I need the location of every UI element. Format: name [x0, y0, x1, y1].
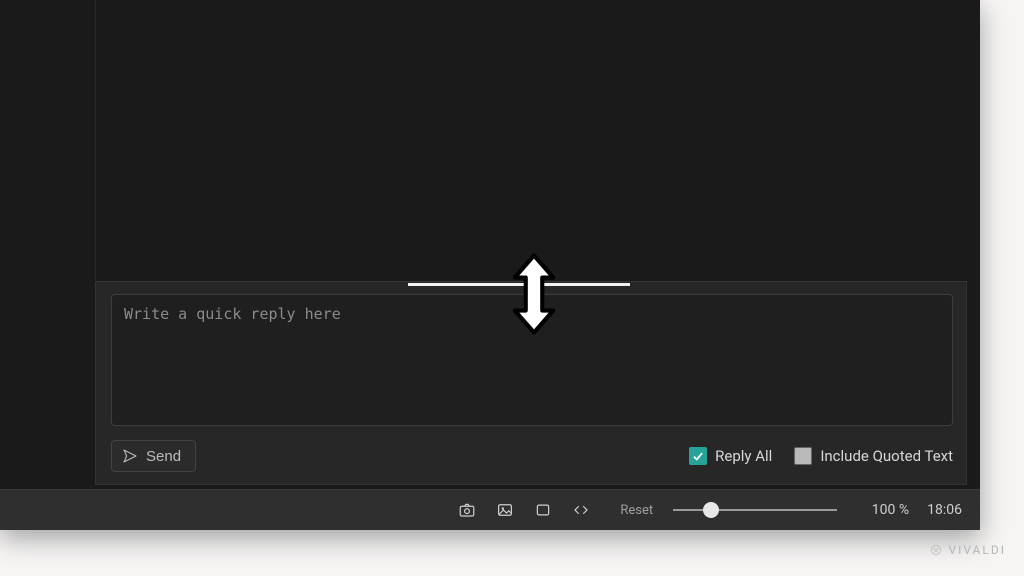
checkbox-box: [689, 447, 707, 465]
brand-name: VIVALDI: [948, 543, 1006, 557]
screenshot-button[interactable]: [452, 495, 482, 525]
check-icon: [691, 449, 705, 463]
send-button-label: Send: [146, 448, 181, 465]
panel-toggle-button[interactable]: [528, 495, 558, 525]
vivaldi-logo-icon: [930, 544, 942, 556]
zoom-slider-track: [673, 509, 837, 511]
message-view-area: [95, 0, 967, 280]
quick-reply-input[interactable]: [111, 294, 953, 426]
reply-all-checkbox[interactable]: Reply All: [689, 447, 772, 465]
include-quoted-label: Include Quoted Text: [820, 447, 953, 465]
checkbox-box: [794, 447, 812, 465]
image-toggle-button[interactable]: [490, 495, 520, 525]
zoom-slider-thumb[interactable]: [703, 502, 719, 518]
code-icon: [572, 501, 590, 519]
image-icon: [496, 501, 514, 519]
include-quoted-checkbox[interactable]: Include Quoted Text: [794, 447, 953, 465]
rectangle-icon: [534, 501, 552, 519]
brand-watermark: VIVALDI: [930, 543, 1006, 557]
reply-all-label: Reply All: [715, 447, 772, 465]
devtools-button[interactable]: [566, 495, 596, 525]
camera-icon: [458, 501, 476, 519]
quick-reply-panel: Send Reply All Include Quoted Text: [95, 281, 967, 485]
zoom-reset-button[interactable]: Reset: [620, 503, 653, 518]
zoom-level-label: 100 %: [855, 502, 909, 518]
send-icon: [122, 448, 138, 464]
clock-label: 18:06: [927, 502, 962, 518]
status-bar: Reset 100 % 18:06: [0, 489, 980, 530]
zoom-slider[interactable]: [673, 501, 837, 519]
quick-reply-toolbar: Send Reply All Include Quoted Text: [111, 438, 953, 474]
send-button[interactable]: Send: [111, 440, 196, 472]
app-window: Send Reply All Include Quoted Text: [0, 0, 980, 530]
